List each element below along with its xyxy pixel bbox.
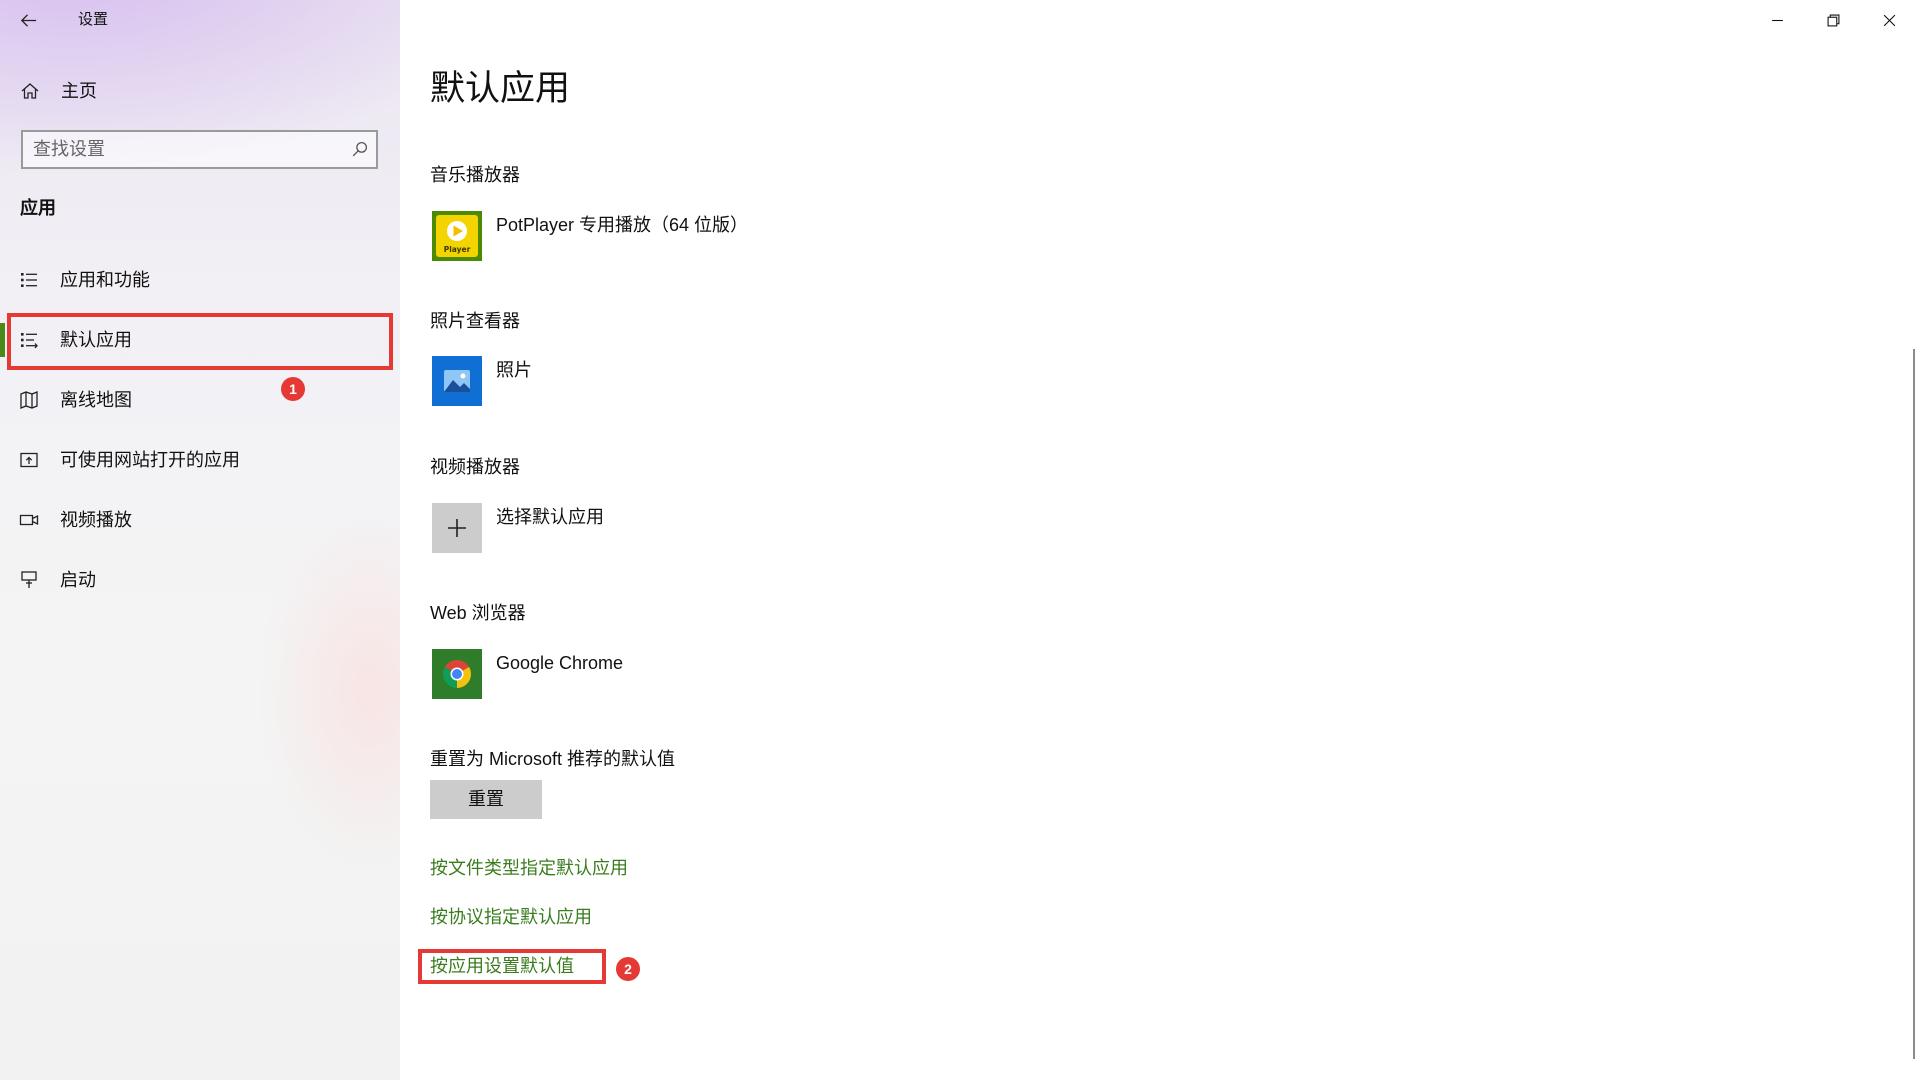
sidebar-item-home[interactable]: 主页: [0, 68, 400, 114]
default-web-browser[interactable]: Google Chrome: [432, 649, 832, 699]
photos-icon: [432, 356, 482, 406]
apps-features-icon: [21, 273, 37, 287]
app-name: PotPlayer 专用播放（64 位版）: [496, 215, 749, 235]
plus-icon: [432, 503, 482, 553]
potplayer-logo-text: Player: [444, 245, 471, 254]
annotation-box-2: [418, 949, 606, 984]
section-label-web: Web 浏览器: [430, 603, 526, 623]
home-icon: [21, 83, 39, 99]
back-arrow-icon: [20, 13, 36, 27]
section-label-video: 视频播放器: [430, 457, 520, 477]
minimize-button[interactable]: [1754, 0, 1800, 40]
sidebar-item-label: 视频播放: [60, 510, 132, 530]
section-heading: 应用: [20, 198, 56, 218]
app-name: Google Chrome: [496, 653, 624, 673]
default-music-app[interactable]: Player PotPlayer 专用播放（64 位版）: [432, 211, 832, 261]
offline-maps-icon: [20, 391, 38, 409]
link-by-protocol[interactable]: 按协议指定默认应用: [430, 905, 592, 929]
default-photo-app[interactable]: 照片: [432, 356, 832, 406]
reset-button[interactable]: 重置: [430, 780, 542, 819]
close-icon: [1883, 14, 1895, 26]
search-icon[interactable]: [351, 141, 368, 158]
apps-for-websites-icon: [20, 452, 38, 468]
app-name: 照片: [496, 360, 532, 380]
potplayer-icon: Player: [432, 211, 482, 261]
close-button[interactable]: [1866, 0, 1912, 40]
back-button[interactable]: [6, 0, 50, 40]
sidebar-item-offline-maps[interactable]: 离线地图: [0, 377, 400, 423]
restore-icon: [1827, 14, 1839, 26]
reset-label: 重置为 Microsoft 推荐的默认值: [430, 749, 676, 769]
home-label: 主页: [61, 81, 97, 101]
sidebar-item-apps-for-websites[interactable]: 可使用网站打开的应用: [0, 437, 400, 483]
section-label-music: 音乐播放器: [430, 165, 520, 185]
page-title: 默认应用: [430, 69, 571, 108]
sidebar-item-apps-features[interactable]: 应用和功能: [0, 257, 400, 303]
annotation-badge-1: 1: [281, 377, 305, 401]
sidebar-item-label: 应用和功能: [60, 270, 150, 290]
search-box[interactable]: [21, 130, 378, 169]
sidebar-item-label: 离线地图: [60, 390, 132, 410]
window-title: 设置: [78, 11, 109, 28]
startup-icon: [21, 571, 37, 588]
scrollbar[interactable]: [1913, 349, 1915, 1059]
annotation-box-1: [7, 313, 393, 370]
chrome-icon: [432, 649, 482, 699]
search-input[interactable]: [23, 132, 343, 167]
link-by-file-type[interactable]: 按文件类型指定默认应用: [430, 856, 628, 880]
sidebar-item-video-playback[interactable]: 视频播放: [0, 497, 400, 543]
sidebar-item-label: 启动: [60, 570, 96, 590]
sidebar-item-startup[interactable]: 启动: [0, 557, 400, 603]
restore-button[interactable]: [1810, 0, 1856, 40]
minimize-icon: [1771, 19, 1783, 21]
sidebar-item-label: 可使用网站打开的应用: [60, 450, 240, 470]
default-video-app[interactable]: 选择默认应用: [432, 503, 832, 553]
annotation-badge-2: 2: [616, 957, 640, 981]
app-name: 选择默认应用: [496, 507, 604, 527]
video-playback-icon: [19, 514, 39, 526]
sidebar: 设置 主页 应用 应用和功能 默认应用 离线地图: [0, 0, 400, 1080]
section-label-photo: 照片查看器: [430, 311, 520, 331]
